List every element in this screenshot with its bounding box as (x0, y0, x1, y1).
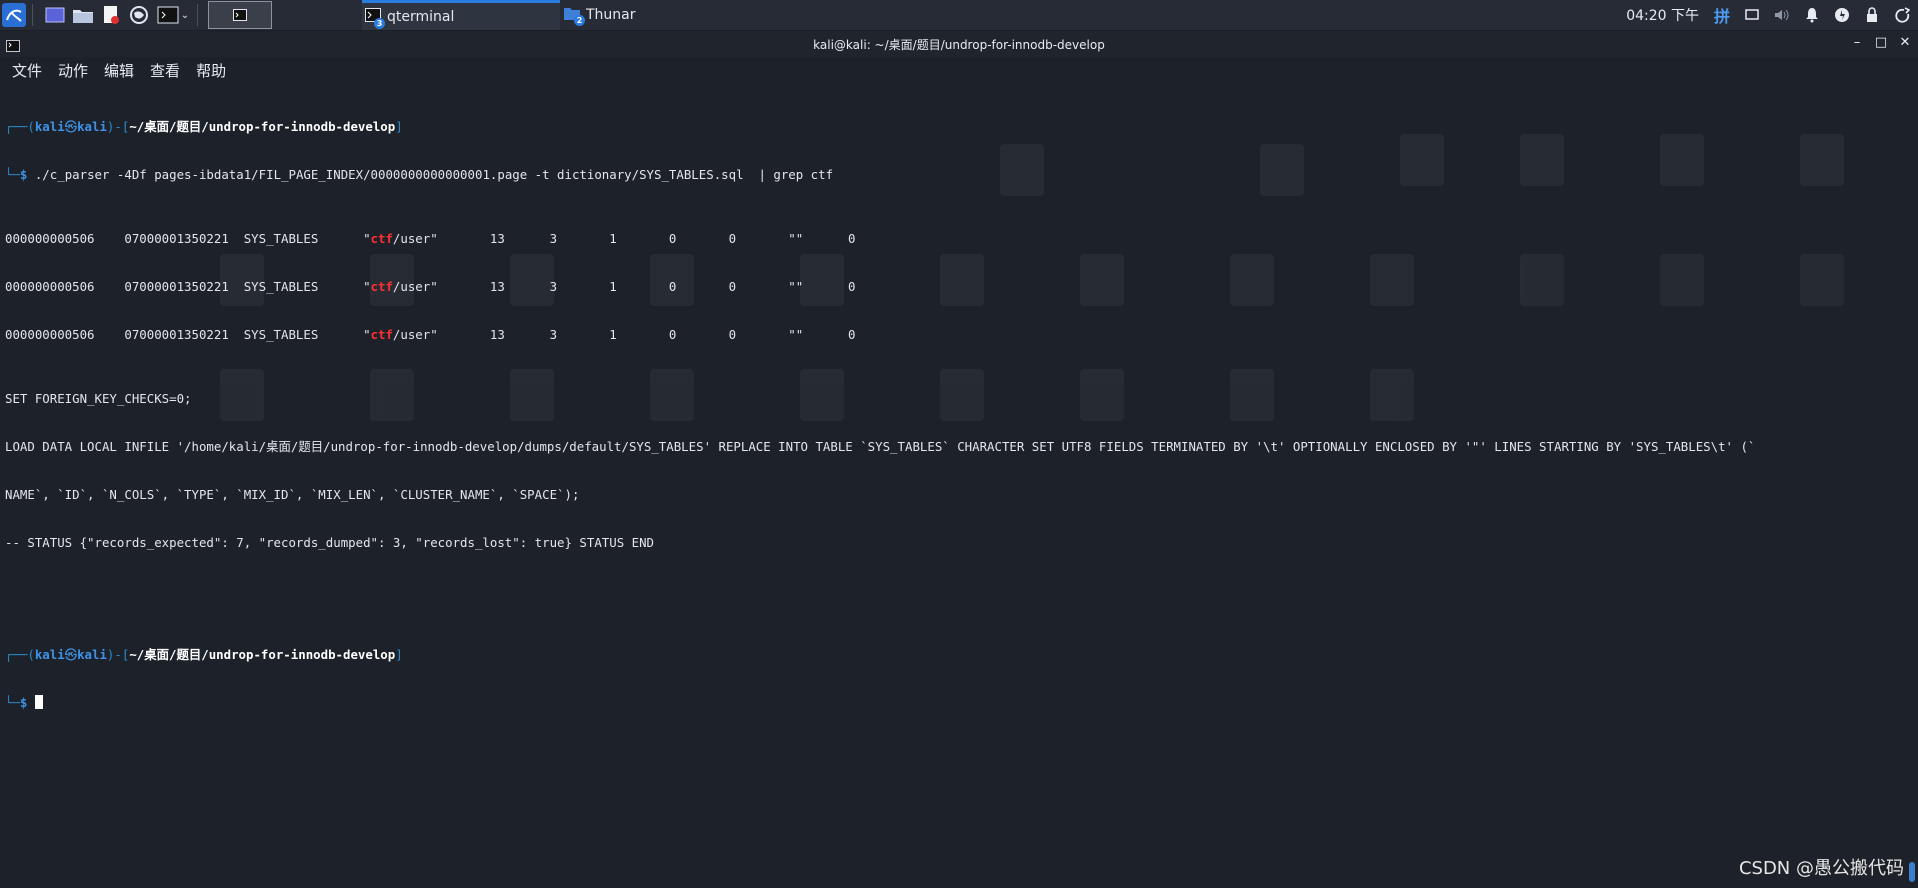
prompt-frame: )-[ (106, 647, 130, 662)
maximize-icon[interactable]: □ (1874, 35, 1888, 50)
kali-menu-icon[interactable] (2, 3, 26, 27)
volume-icon[interactable] (1772, 5, 1792, 25)
menubar: 文件 动作 编辑 查看 帮助 (0, 58, 1918, 82)
chevron-down-icon[interactable]: ⌄ (181, 10, 189, 21)
window-count-badge: 2 (574, 15, 585, 26)
prompt-host: kali (77, 647, 107, 662)
window-titlebar[interactable]: kali@kali: ~/桌面/题目/undrop-for-innodb-dev… (0, 31, 1918, 57)
result-row: 000000000506 07000001350221 SYS_TABLES "… (5, 231, 1896, 247)
window-title: kali@kali: ~/桌面/题目/undrop-for-innodb-dev… (813, 37, 1105, 52)
panel-separator (32, 4, 33, 26)
menu-file[interactable]: 文件 (10, 60, 44, 81)
command-text: ./c_parser -4Df pages-ibdata1/FIL_PAGE_I… (27, 167, 834, 182)
grep-match: ctf (370, 327, 393, 342)
prompt-at: ㉿ (64, 119, 78, 134)
command-line: └─$ ./c_parser -4Df pages-ibdata1/FIL_PA… (5, 167, 1896, 183)
lock-icon[interactable] (1862, 5, 1882, 25)
prompt-path: ~/桌面/题目/undrop-for-innodb-develop (129, 647, 396, 662)
file-manager-icon[interactable] (71, 3, 95, 27)
task-qterminal[interactable]: 3 qterminal (362, 0, 560, 30)
clock[interactable]: 04:20 下午 (1626, 5, 1699, 25)
output-line: SET FOREIGN_KEY_CHECKS=0; (5, 391, 192, 406)
system-tray: 04:20 下午 拼 (1626, 0, 1918, 30)
output-line: -- STATUS {"records_expected": 7, "recor… (5, 535, 655, 550)
prompt-frame: )-[ (106, 119, 130, 134)
prompt-frame: ] (395, 647, 403, 662)
row-suffix: /user" 13 3 1 0 0 "" 0 (392, 279, 856, 294)
menu-edit[interactable]: 编辑 (102, 60, 136, 81)
task-label: qterminal (387, 8, 455, 25)
prompt-frame: ] (395, 119, 403, 134)
csdn-watermark: CSDN @愚公搬代码 (1738, 858, 1904, 879)
window-controls: – □ ✕ (1850, 35, 1912, 50)
prompt-at: ㉿ (64, 647, 78, 662)
menu-help[interactable]: 帮助 (194, 60, 228, 81)
web-browser-icon[interactable] (127, 3, 151, 27)
row-prefix: 000000000506 07000001350221 SYS_TABLES " (5, 327, 371, 342)
prompt-user: kali (34, 647, 65, 662)
row-prefix: 000000000506 07000001350221 SYS_TABLES " (5, 279, 371, 294)
prompt-path: ~/桌面/题目/undrop-for-innodb-develop (129, 119, 396, 134)
input-method-icon[interactable]: 拼 (1712, 5, 1732, 26)
terminal-icon[interactable]: ⌄ (155, 3, 191, 27)
window-count-badge: 3 (374, 18, 385, 29)
prompt-line: ┌──(kali㉿kali)-[~/桌面/题目/undrop-for-innod… (5, 647, 1896, 663)
text-cursor (34, 695, 43, 709)
terminal-icon[interactable] (6, 37, 20, 56)
terminal-scrollbar[interactable] (1906, 84, 1918, 888)
prompt-frame: └─ (5, 167, 20, 182)
output-line: NAME`, `ID`, `N_COLS`, `TYPE`, `MIX_ID`,… (5, 487, 580, 502)
prompt-user: kali (34, 119, 65, 134)
menu-view[interactable]: 查看 (148, 60, 182, 81)
terminal-area[interactable]: ┌──(kali㉿kali)-[~/桌面/题目/undrop-for-innod… (0, 84, 1906, 888)
workspace-thumbnail[interactable] (208, 1, 272, 29)
logout-icon[interactable] (1892, 5, 1912, 25)
text-editor-icon[interactable] (99, 3, 123, 27)
terminal-output: ┌──(kali㉿kali)-[~/桌面/题目/undrop-for-innod… (5, 87, 1896, 743)
grep-match: ctf (370, 279, 393, 294)
minimize-icon[interactable]: – (1850, 35, 1864, 50)
notification-bell-icon[interactable] (1802, 5, 1822, 25)
result-row: 000000000506 07000001350221 SYS_TABLES "… (5, 279, 1896, 295)
close-icon[interactable]: ✕ (1898, 35, 1912, 50)
desktop-icon[interactable] (43, 3, 67, 27)
row-suffix: /user" 13 3 1 0 0 "" 0 (392, 231, 856, 246)
top-panel: ⌄ 3 qterminal 2 Thunar 04:20 下午 拼 (0, 0, 1918, 31)
task-label: Thunar (586, 7, 636, 23)
prompt-frame: └─ (5, 695, 20, 710)
input-line[interactable]: └─$ (5, 695, 1896, 711)
prompt-host: kali (77, 119, 107, 134)
prompt-frame: ┌──( (5, 647, 35, 662)
prompt-line: ┌──(kali㉿kali)-[~/桌面/题目/undrop-for-innod… (5, 119, 1896, 135)
grep-match: ctf (370, 231, 393, 246)
panel-separator (197, 4, 198, 26)
task-thunar[interactable]: 2 Thunar (562, 0, 760, 30)
result-row: 000000000506 07000001350221 SYS_TABLES "… (5, 327, 1896, 343)
row-prefix: 000000000506 07000001350221 SYS_TABLES " (5, 231, 371, 246)
row-suffix: /user" 13 3 1 0 0 "" 0 (392, 327, 856, 342)
prompt-dollar: $ (19, 695, 28, 710)
output-line: LOAD DATA LOCAL INFILE '/home/kali/桌面/题目… (5, 439, 1756, 454)
power-manager-icon[interactable] (1832, 5, 1852, 25)
menu-actions[interactable]: 动作 (56, 60, 90, 81)
prompt-frame: ┌──( (5, 119, 35, 134)
scrollbar-thumb[interactable] (1909, 862, 1915, 882)
display-icon[interactable] (1742, 5, 1762, 25)
